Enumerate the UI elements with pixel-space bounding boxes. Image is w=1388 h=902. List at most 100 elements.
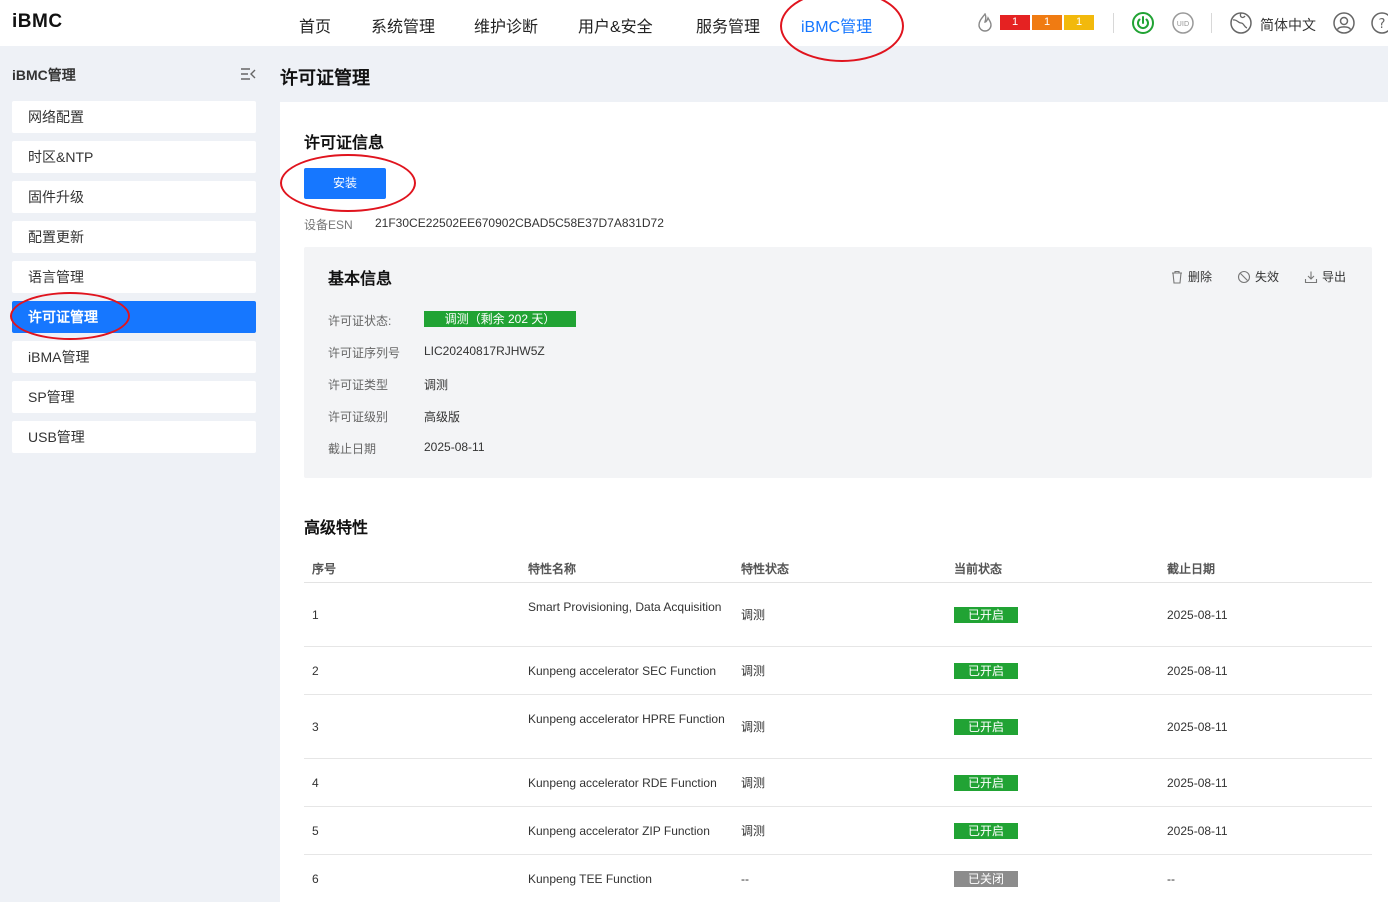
collapse-sidebar-icon[interactable] xyxy=(240,67,256,81)
uid-icon[interactable]: UID xyxy=(1171,11,1195,35)
table-cell-expiry: 2025-08-11 xyxy=(1167,776,1228,790)
power-icon[interactable] xyxy=(1131,11,1155,35)
table-header-divider xyxy=(304,582,1372,583)
license-type-label: 许可证类型 xyxy=(328,378,389,392)
table-cell-feature-state: 调测 xyxy=(741,776,766,790)
table-cell-feature-state: 调测 xyxy=(741,664,766,678)
sidebar-item-timezone-ntp[interactable]: 时区&NTP xyxy=(12,141,256,173)
table-cell-no: 5 xyxy=(312,824,319,838)
table-cell-expiry: 2025-08-11 xyxy=(1167,608,1228,622)
table-cell-no: 3 xyxy=(312,720,319,734)
license-level-label: 许可证级别 xyxy=(328,410,389,424)
table-cell-no: 2 xyxy=(312,664,319,678)
advanced-features-title: 高级特性 xyxy=(304,520,369,537)
license-status-label: 许可证状态: xyxy=(328,314,392,328)
row-divider xyxy=(304,854,1372,855)
sidebar-title: iBMC管理 xyxy=(12,67,76,83)
table-cell-no: 1 xyxy=(312,608,319,622)
status-badge-enabled: 已开启 xyxy=(954,663,1018,679)
major-alarm-badge[interactable]: 1 xyxy=(1032,15,1062,30)
nav-user-security[interactable]: 用户&安全 xyxy=(578,13,653,37)
status-badge-enabled: 已开启 xyxy=(954,823,1018,839)
svg-text:UID: UID xyxy=(1177,20,1190,28)
minor-alarm-badge[interactable]: 1 xyxy=(1064,15,1094,30)
globe-icon[interactable] xyxy=(1229,11,1253,35)
license-expiry-label: 截止日期 xyxy=(328,442,377,456)
divider xyxy=(1113,13,1114,33)
table-cell-expiry: -- xyxy=(1167,872,1175,886)
invalidate-label: 失效 xyxy=(1255,270,1280,284)
row-divider xyxy=(304,646,1372,647)
status-badge-disabled: 已关闭 xyxy=(954,871,1018,887)
alarm-icon[interactable] xyxy=(976,13,994,33)
table-cell-feature-state: -- xyxy=(741,872,749,886)
table-cell-feature-state: 调测 xyxy=(741,720,766,734)
table-cell-feature-name: Kunpeng accelerator RDE Function xyxy=(528,776,717,790)
column-header-current-state: 当前状态 xyxy=(954,562,1003,576)
app-logo: iBMC xyxy=(12,11,63,32)
help-icon[interactable]: ? xyxy=(1370,11,1388,35)
sidebar-item-sp[interactable]: SP管理 xyxy=(12,381,256,413)
table-cell-feature-state: 调测 xyxy=(741,824,766,838)
critical-alarm-badge[interactable]: 1 xyxy=(1000,15,1030,30)
license-serial-label: 许可证序列号 xyxy=(328,346,401,360)
table-cell-feature-name: Kunpeng accelerator ZIP Function xyxy=(528,824,710,838)
table-cell-expiry: 2025-08-11 xyxy=(1167,720,1228,734)
basic-info-title: 基本信息 xyxy=(328,271,393,288)
sidebar-item-usb[interactable]: USB管理 xyxy=(12,421,256,453)
table-cell-feature-name: Kunpeng TEE Function xyxy=(528,872,652,886)
column-header-expiry: 截止日期 xyxy=(1167,562,1216,576)
sidebar-item-network[interactable]: 网络配置 xyxy=(12,101,256,133)
row-divider xyxy=(304,806,1372,807)
table-cell-expiry: 2025-08-11 xyxy=(1167,664,1228,678)
table-cell-feature-name: Kunpeng accelerator SEC Function xyxy=(528,664,717,678)
sidebar-item-license[interactable]: 许可证管理 xyxy=(12,301,256,333)
table-cell-feature-name: Kunpeng accelerator HPRE Function xyxy=(528,712,725,726)
sidebar-item-firmware[interactable]: 固件升级 xyxy=(12,181,256,213)
sidebar-item-language[interactable]: 语言管理 xyxy=(12,261,256,293)
license-info-title: 许可证信息 xyxy=(304,135,385,152)
license-status-badge: 调测（剩余 202 天） xyxy=(424,311,576,327)
divider xyxy=(1211,13,1212,33)
license-expiry-value: 2025-08-11 xyxy=(424,440,485,454)
install-button[interactable]: 安装 xyxy=(304,168,386,199)
delete-label: 删除 xyxy=(1188,270,1213,284)
nav-home[interactable]: 首页 xyxy=(299,13,331,37)
svg-text:?: ? xyxy=(1379,17,1386,32)
table-cell-feature-state: 调测 xyxy=(741,608,766,622)
status-badge-enabled: 已开启 xyxy=(954,719,1018,735)
sidebar-item-config-update[interactable]: 配置更新 xyxy=(12,221,256,253)
row-divider xyxy=(304,758,1372,759)
export-label: 导出 xyxy=(1322,270,1347,284)
sidebar-item-ibma[interactable]: iBMA管理 xyxy=(12,341,256,373)
table-cell-no: 4 xyxy=(312,776,319,790)
page-title: 许可证管理 xyxy=(280,68,370,88)
download-icon xyxy=(1304,271,1318,283)
nav-services[interactable]: 服务管理 xyxy=(696,13,760,37)
license-type-value: 调测 xyxy=(424,378,449,392)
row-divider xyxy=(304,694,1372,695)
export-button[interactable]: 导出 xyxy=(1304,268,1346,285)
trash-icon xyxy=(1172,270,1182,284)
nav-system[interactable]: 系统管理 xyxy=(371,13,435,37)
nav-ibmc[interactable]: iBMC管理 xyxy=(801,13,872,37)
license-serial-value: LIC20240817RJHW5Z xyxy=(424,344,545,358)
table-cell-expiry: 2025-08-11 xyxy=(1167,824,1228,838)
esn-label: 设备ESN xyxy=(304,218,353,232)
user-icon[interactable] xyxy=(1332,11,1356,35)
table-cell-feature-name: Smart Provisioning, Data Acquisition xyxy=(528,600,722,614)
nav-maintenance[interactable]: 维护诊断 xyxy=(474,13,538,37)
column-header-no: 序号 xyxy=(312,562,337,576)
column-header-feature-name: 特性名称 xyxy=(528,562,577,576)
status-badge-enabled: 已开启 xyxy=(954,607,1018,623)
invalidate-button[interactable]: 失效 xyxy=(1237,268,1279,285)
column-header-feature-state: 特性状态 xyxy=(741,562,790,576)
esn-value: 21F30CE22502EE670902CBAD5C58E37D7A831D72 xyxy=(375,216,664,230)
delete-button[interactable]: 删除 xyxy=(1170,268,1212,285)
table-cell-no: 6 xyxy=(312,872,319,886)
status-badge-enabled: 已开启 xyxy=(954,775,1018,791)
top-bar: iBMC 首页 系统管理 维护诊断 用户&安全 服务管理 iBMC管理 1 1 … xyxy=(0,0,1388,46)
license-level-value: 高级版 xyxy=(424,410,461,424)
disable-icon xyxy=(1237,270,1251,283)
language-selector[interactable]: 简体中文 xyxy=(1260,15,1316,35)
